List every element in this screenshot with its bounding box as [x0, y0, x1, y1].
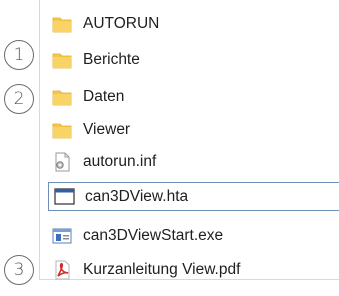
panel-left-border: [39, 0, 40, 280]
callout-number: 2: [13, 89, 25, 109]
file-row-autorun[interactable]: AUTORUN: [51, 10, 339, 38]
file-list: AUTORUN Berichte Daten Viewer autorun.in…: [41, 0, 339, 280]
file-name: Kurzanleitung View.pdf: [83, 261, 241, 278]
callout-3: 3: [4, 255, 34, 285]
file-row-can3dview-hta[interactable]: can3DView.hta: [48, 182, 339, 211]
file-explorer-view: AUTORUN Berichte Daten Viewer autorun.in…: [0, 0, 339, 296]
exe-app-icon: [51, 226, 73, 246]
file-name: Berichte: [83, 51, 140, 68]
callout-number: 3: [13, 260, 25, 280]
file-name: AUTORUN: [83, 15, 160, 32]
file-row-viewer[interactable]: Viewer: [51, 116, 339, 144]
callout-2: 2: [4, 84, 34, 114]
file-row-daten[interactable]: Daten: [51, 83, 339, 111]
callout-1: 1: [4, 40, 34, 70]
file-row-berichte[interactable]: Berichte: [51, 46, 339, 74]
callout-number: 1: [13, 45, 25, 65]
file-name: can3DViewStart.exe: [83, 227, 224, 244]
file-row-kurzanleitung-pdf[interactable]: Kurzanleitung View.pdf: [51, 256, 339, 284]
file-name: autorun.inf: [83, 153, 157, 170]
file-name: can3DView.hta: [85, 187, 189, 205]
file-row-autorun-inf[interactable]: autorun.inf: [51, 148, 339, 176]
folder-icon: [51, 14, 73, 34]
settings-file-icon: [51, 152, 73, 172]
hta-window-icon: [53, 187, 75, 207]
folder-icon: [51, 120, 73, 140]
file-row-can3dviewstart-exe[interactable]: can3DViewStart.exe: [51, 222, 339, 250]
folder-icon: [51, 87, 73, 107]
file-name: Daten: [83, 88, 125, 105]
folder-icon: [51, 50, 73, 70]
pdf-icon: [51, 260, 73, 280]
file-name: Viewer: [83, 121, 131, 138]
